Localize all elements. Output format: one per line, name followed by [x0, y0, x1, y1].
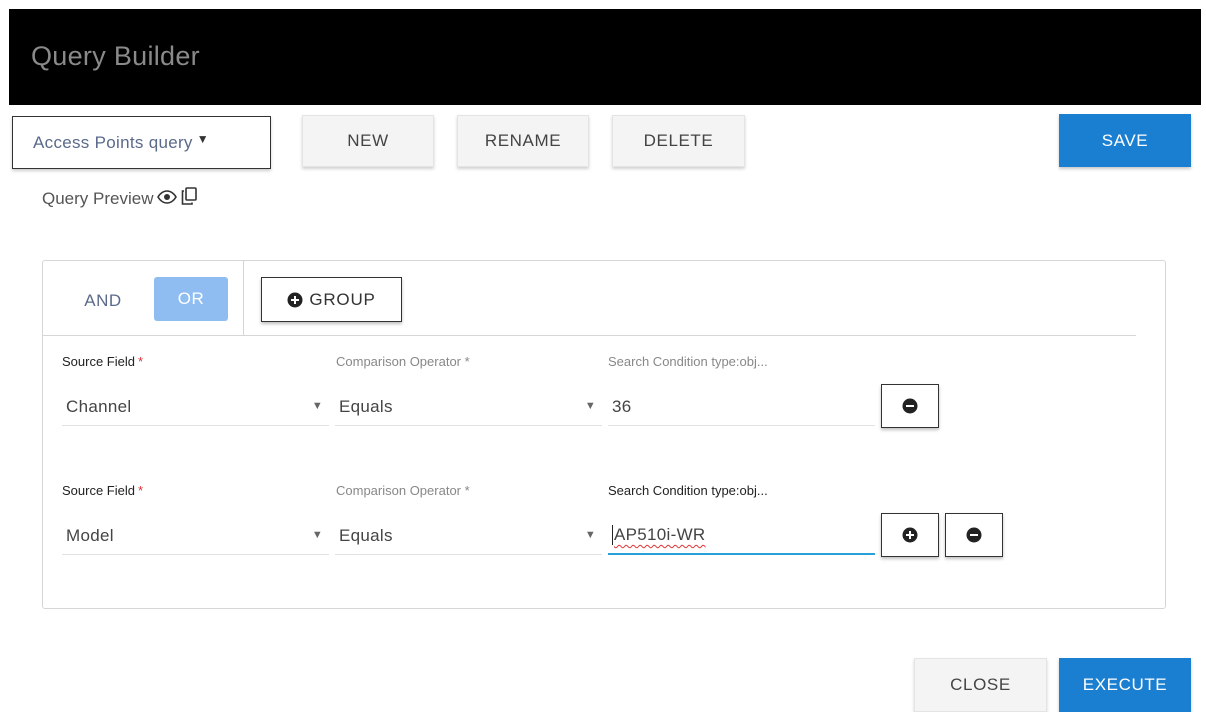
plus-circle-icon — [287, 292, 303, 307]
query-select-value: Access Points query — [33, 132, 193, 152]
eye-icon[interactable] — [157, 189, 178, 209]
search-condition-label: Search Condition type:obj... — [608, 354, 768, 369]
query-builder-panel: AND OR GROUP Source Field * Comparison Op… — [42, 260, 1166, 609]
comparison-operator-label: Comparison Operator * — [336, 483, 470, 498]
execute-button[interactable]: EXECUTE — [1059, 658, 1191, 712]
new-button[interactable]: NEW — [302, 115, 434, 167]
comparison-operator-select[interactable]: Equals ▼ — [335, 388, 602, 426]
search-condition-input[interactable]: AP510i-WR — [608, 517, 875, 555]
source-field-label: Source Field * — [62, 483, 144, 498]
comparison-operator-select[interactable]: Equals ▼ — [335, 517, 602, 555]
plus-circle-icon — [902, 527, 918, 543]
search-condition-input[interactable]: 36 — [608, 388, 875, 426]
rename-button[interactable]: RENAME — [457, 115, 589, 167]
remove-condition-button[interactable] — [881, 384, 939, 428]
text-cursor — [612, 525, 613, 545]
close-button[interactable]: CLOSE — [914, 658, 1047, 712]
source-field-select[interactable]: Channel ▼ — [62, 388, 329, 426]
dropdown-arrow-icon: ▼ — [584, 400, 596, 412]
save-button[interactable]: SAVE — [1059, 114, 1191, 167]
caret-down-icon: ▼ — [196, 131, 209, 146]
remove-condition-button[interactable] — [945, 513, 1003, 557]
and-toggle[interactable]: AND — [65, 281, 141, 321]
search-condition-value: AP510i-WR — [614, 525, 706, 544]
query-preview-label: Query Preview — [42, 188, 154, 208]
add-group-button[interactable]: GROUP — [261, 277, 402, 322]
source-field-value: Channel — [66, 396, 132, 416]
minus-circle-icon — [902, 398, 918, 414]
minus-circle-icon — [966, 527, 982, 543]
title-bar: Query Builder — [9, 9, 1201, 105]
source-field-value: Model — [66, 525, 114, 545]
dropdown-arrow-icon: ▼ — [311, 529, 323, 541]
or-toggle[interactable]: OR — [154, 277, 228, 321]
comparison-operator-value: Equals — [339, 396, 393, 416]
dropdown-arrow-icon: ▼ — [311, 400, 323, 412]
comparison-operator-value: Equals — [339, 525, 393, 545]
add-condition-button[interactable] — [881, 513, 939, 557]
source-field-select[interactable]: Model ▼ — [62, 517, 329, 555]
logic-divider — [243, 261, 244, 335]
dropdown-arrow-icon: ▼ — [584, 529, 596, 541]
search-condition-value: 36 — [612, 396, 632, 416]
divider — [43, 335, 1136, 336]
query-preview: Query Preview — [42, 187, 198, 210]
window-title: Query Builder — [31, 41, 200, 71]
search-condition-label: Search Condition type:obj... — [608, 483, 768, 498]
group-label: GROUP — [309, 289, 376, 309]
query-select-dropdown[interactable]: Access Points query ▼ — [12, 116, 271, 169]
source-field-label: Source Field * — [62, 354, 144, 369]
copy-icon[interactable] — [181, 187, 198, 210]
comparison-operator-label: Comparison Operator * — [336, 354, 470, 369]
delete-button[interactable]: DELETE — [612, 115, 745, 167]
